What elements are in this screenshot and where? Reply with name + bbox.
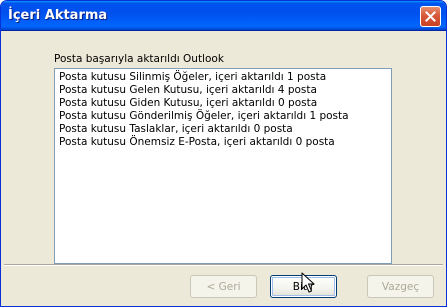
close-button[interactable] xyxy=(420,6,441,27)
separator xyxy=(4,264,443,266)
cancel-button[interactable]: Vazgeç xyxy=(367,275,434,298)
log-line: Posta kutusu Giden Kutusu, içeri aktarıl… xyxy=(59,97,318,109)
import-dialog-window: İçeri Aktarma Posta başarıyla aktarıldı … xyxy=(0,0,447,307)
status-label: Posta başarıyla aktarıldı Outlook xyxy=(54,53,224,65)
window-title: İçeri Aktarma xyxy=(8,8,108,23)
close-icon xyxy=(425,11,436,22)
import-log-list[interactable]: Posta kutusu Silinmiş Öğeler, içeri akta… xyxy=(54,68,392,264)
log-line: Posta kutusu Gönderilmiş Öğeler, içeri a… xyxy=(59,110,349,122)
back-button[interactable]: < Geri xyxy=(190,275,257,298)
log-line: Posta kutusu Önemsiz E-Posta, içeri akta… xyxy=(59,136,335,148)
log-line: Posta kutusu Gelen Kutusu, içeri aktarıl… xyxy=(59,84,317,96)
log-line: Posta kutusu Taslaklar, içeri aktarıldı … xyxy=(59,123,293,135)
dialog-body: Posta başarıyla aktarıldı Outlook Posta … xyxy=(4,32,443,303)
title-bar[interactable]: İçeri Aktarma xyxy=(1,1,446,31)
log-line: Posta kutusu Silinmiş Öğeler, içeri akta… xyxy=(59,71,327,83)
finish-button[interactable]: Bitir xyxy=(270,275,337,298)
